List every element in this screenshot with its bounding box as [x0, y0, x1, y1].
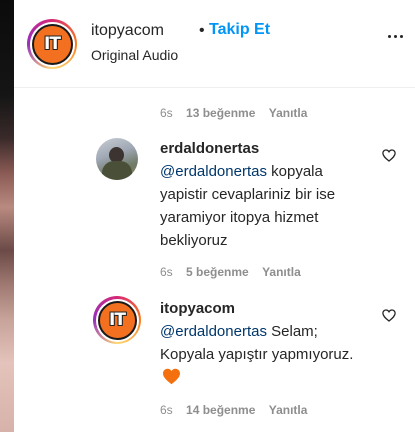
comment-item: erdaldonertas @erdaldonertas kopyala yap… [14, 136, 415, 256]
comment-time[interactable]: 6s [160, 265, 173, 279]
comment-time[interactable]: 6s [160, 403, 173, 417]
commenter-avatar[interactable] [96, 138, 138, 180]
comment-time[interactable]: 6s [160, 106, 173, 120]
comment-item: IT itopyacom @erdaldonertas Selam; Kopya… [14, 296, 415, 396]
comment-text: @erdaldonertas kopyala yapistir cevaplar… [160, 163, 336, 249]
itopya-logo: IT [97, 300, 137, 340]
separator-dot: • [199, 22, 205, 39]
comment-likes[interactable]: 14 beğenme [186, 403, 255, 417]
author-avatar[interactable]: IT [27, 19, 77, 69]
follow-button[interactable]: Takip Et [209, 21, 270, 39]
mention-link[interactable]: @erdaldonertas [160, 323, 267, 340]
post-header: IT itopyacom • Takip Et Original Audio [14, 0, 415, 88]
comment-likes[interactable]: 5 beğenme [186, 265, 249, 279]
reply-button[interactable]: Yanıtla [262, 265, 301, 279]
background-video-edge [0, 0, 14, 432]
orange-heart-emoji [163, 368, 180, 385]
comment-meta: 6s 14 beğenme Yanıtla [160, 403, 307, 417]
reply-button[interactable]: Yanıtla [269, 106, 308, 120]
like-heart-icon[interactable] [382, 149, 396, 162]
audio-link[interactable]: Original Audio [91, 47, 178, 63]
comment-username[interactable]: itopyacom [160, 300, 235, 317]
itopya-logo: IT [31, 23, 73, 65]
commenter-avatar[interactable]: IT [93, 296, 141, 344]
like-heart-icon[interactable] [382, 309, 396, 322]
comment-meta: 6s 5 beğenme Yanıtla [160, 265, 301, 279]
more-options-icon[interactable] [388, 35, 403, 38]
author-username[interactable]: itopyacom [91, 22, 164, 40]
comment-meta: 6s 13 beğenme Yanıtla [160, 106, 307, 120]
comment-likes[interactable]: 13 beğenme [186, 106, 255, 120]
mention-link[interactable]: @erdaldonertas [160, 163, 267, 180]
reply-button[interactable]: Yanıtla [269, 403, 308, 417]
comment-username[interactable]: erdaldonertas [160, 140, 259, 157]
comment-text: @erdaldonertas Selam; Kopyala yapıştır y… [160, 320, 360, 389]
